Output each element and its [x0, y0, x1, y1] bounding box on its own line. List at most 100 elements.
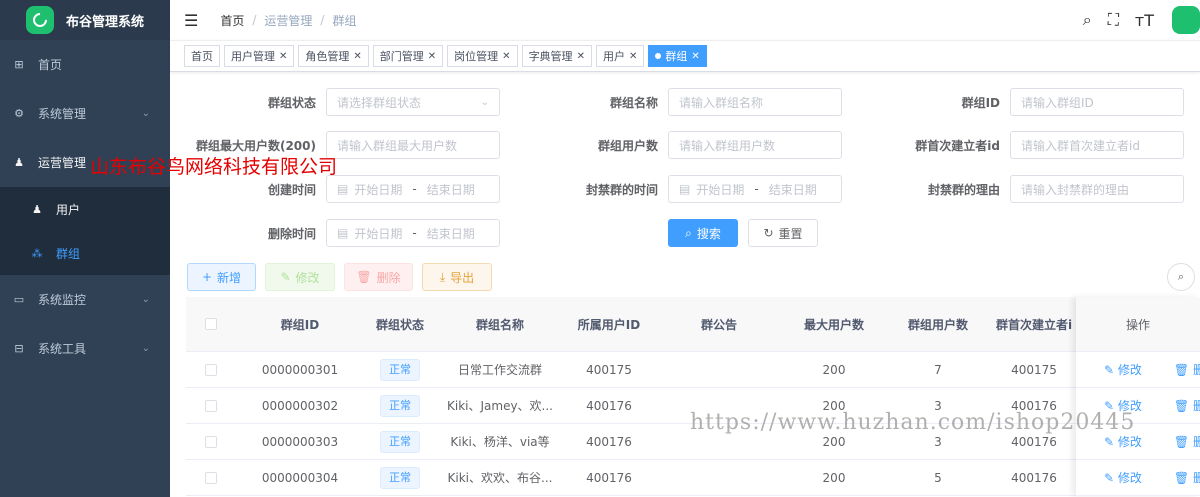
cell-group-name: Kiki、欢欢、布谷... — [447, 471, 553, 485]
search-icon: ⌕ — [685, 225, 692, 240]
users-icon: ♟ — [14, 156, 24, 169]
sidebar-item-label: 运营管理 — [38, 156, 87, 170]
sidebar-item-users[interactable]: ♟ 用户 — [0, 187, 170, 231]
row-checkbox[interactable] — [205, 363, 217, 376]
search-button[interactable]: ⌕ 搜索 — [668, 219, 738, 247]
col-user-count: 群组用户数 — [907, 317, 968, 332]
add-button[interactable]: + 新增 — [187, 263, 256, 291]
tab-dept-management[interactable]: 部门管理 ✕ — [372, 45, 444, 67]
banned-date-range[interactable]: ▤ 开始日期 - 结束日期 — [668, 175, 842, 203]
hamburger-icon[interactable]: ☰ — [184, 11, 198, 30]
font-size-icon[interactable]: ᴛT — [1135, 11, 1154, 30]
row-checkbox[interactable] — [205, 399, 217, 412]
chevron-down-icon: ⌄ — [141, 294, 150, 305]
sidebar-item-groups[interactable]: ⁂ 群组 — [0, 231, 170, 275]
sidebar-item-monitor[interactable]: ▭ 系统监控 ⌄ — [0, 275, 170, 324]
row-edit-link[interactable]: ✎ 修改 — [1104, 469, 1158, 486]
row-delete-link[interactable]: 🗑 删除 — [1174, 469, 1200, 486]
id-input[interactable]: 请输入群组ID — [1010, 88, 1184, 116]
created-date-range[interactable]: ▤ 开始日期 - 结束日期 — [326, 175, 500, 203]
tab-user-management[interactable]: 用户管理 ✕ — [224, 45, 295, 67]
download-icon: ⤓ — [439, 269, 446, 284]
sidebar-item-system[interactable]: ⚙ 系统管理 ⌄ — [0, 89, 170, 138]
cell-creator-id: 400175 — [1011, 362, 1057, 377]
close-icon[interactable]: ✕ — [577, 51, 585, 62]
fullscreen-icon[interactable]: ⛶ — [1108, 10, 1119, 30]
breadcrumb-current: 群组 — [332, 13, 357, 28]
row-delete-link[interactable]: 🗑 删除 — [1174, 397, 1200, 414]
cell-group-name: 日常工作交流群 — [457, 363, 542, 377]
col-notice: 群公告 — [700, 317, 737, 332]
logo: 布谷管理系统 — [0, 0, 170, 40]
cell-group-name: Kiki、杨洋、via等 — [450, 435, 550, 449]
tab-role-management[interactable]: 角色管理 ✕ — [298, 45, 369, 67]
row-checkbox[interactable] — [205, 471, 217, 484]
row-checkbox[interactable] — [205, 435, 217, 448]
search-icon[interactable]: ⌕ — [1083, 10, 1092, 30]
tab-group[interactable]: 群组 ✕ — [648, 45, 707, 67]
user-count-label: 群组用户数 — [597, 138, 658, 153]
ban-reason-input[interactable]: 请输入封禁群的理由 — [1010, 175, 1184, 203]
delete-button[interactable]: 🗑 删除 — [344, 263, 413, 291]
tab-dict-management[interactable]: 字典管理 ✕ — [521, 45, 592, 67]
row-delete-link[interactable]: 🗑 删除 — [1174, 361, 1200, 378]
close-icon[interactable]: ✕ — [502, 51, 510, 62]
status-select[interactable]: 请选择群组状态 ⌄ — [326, 88, 500, 116]
tab-user[interactable]: 用户 ✕ — [595, 45, 645, 67]
name-input[interactable]: 请输入群组名称 — [668, 88, 842, 116]
reset-button[interactable]: ↻ 重置 — [748, 219, 818, 247]
cell-group-id: 0000000301 — [261, 362, 339, 377]
search-button-label: 搜索 — [696, 226, 721, 241]
banned-time-label: 封禁群的时间 — [585, 182, 658, 197]
edit-button[interactable]: ✎ 修改 — [265, 263, 335, 291]
table-row: 0000000301 正常 日常工作交流群 400175 200 7 40017… — [186, 352, 1200, 388]
breadcrumb-home[interactable]: 首页 — [220, 12, 244, 29]
export-button-label: 导出 — [450, 270, 475, 285]
gear-icon: ⚙ — [14, 107, 24, 120]
creator-id-placeholder: 请输入群首次建立者id — [1021, 138, 1140, 153]
row-delete-link[interactable]: 🗑 删除 — [1174, 433, 1200, 450]
deleted-date-range[interactable]: ▤ 开始日期 - 结束日期 — [326, 219, 500, 247]
chevron-down-icon: ⌄ — [141, 343, 150, 354]
select-all-checkbox[interactable] — [205, 318, 217, 330]
row-edit-link[interactable]: ✎ 修改 — [1104, 361, 1158, 378]
id-label: 群组ID — [961, 95, 1000, 110]
name-placeholder: 请输入群组名称 — [679, 95, 764, 110]
date-separator: - — [412, 226, 417, 240]
col-max-users: 最大用户数 — [803, 317, 864, 332]
deleted-time-label: 删除时间 — [267, 226, 316, 241]
close-icon[interactable]: ✕ — [428, 51, 436, 62]
creator-id-input[interactable]: 请输入群首次建立者id — [1010, 131, 1184, 159]
export-button[interactable]: ⤓ 导出 — [422, 263, 492, 291]
operations-column: 操作 ✎ 修改 🗑 删除 ✎ 修改 🗑 删除 ✎ 修改 🗑 删除 ✎ 修改 🗑 … — [1076, 297, 1200, 496]
user-count-input[interactable]: 请输入群组用户数 — [668, 131, 842, 159]
sidebar-item-label: 系统监控 — [38, 293, 87, 307]
sidebar-item-label: 系统管理 — [38, 107, 87, 121]
toggle-search-button[interactable]: ⌕ — [1167, 263, 1195, 291]
tab-label: 首页 — [191, 50, 213, 63]
cell-max-users: 200 — [822, 362, 846, 377]
row-delete-label: 删除 — [1192, 435, 1200, 449]
tab-post-management[interactable]: 岗位管理 ✕ — [447, 45, 518, 67]
navbar: ☰ 首页 / 运营管理 / 群组 ⌕ ⛶ ᴛT — [170, 0, 1200, 40]
avatar[interactable] — [1172, 6, 1200, 34]
end-date-placeholder: 结束日期 — [426, 182, 475, 197]
max-users-input[interactable]: 请输入群组最大用户数 — [326, 131, 500, 159]
tab-home[interactable]: 首页 — [184, 45, 220, 67]
sidebar-item-tools[interactable]: ⊟ 系统工具 ⌄ — [0, 324, 170, 373]
trash-icon: 🗑 — [356, 270, 372, 284]
row-edit-link[interactable]: ✎ 修改 — [1104, 433, 1158, 450]
tab-label: 群组 — [665, 50, 688, 63]
calendar-icon: ▤ — [337, 182, 349, 196]
breadcrumb-section[interactable]: 运营管理 — [264, 12, 312, 29]
sidebar-item-home[interactable]: ⊞ 首页 — [0, 40, 170, 89]
close-icon[interactable]: ✕ — [353, 51, 361, 62]
close-icon[interactable]: ✕ — [691, 51, 699, 62]
close-icon[interactable]: ✕ — [279, 51, 287, 62]
close-icon[interactable]: ✕ — [629, 51, 637, 62]
cell-max-users: 200 — [822, 470, 846, 485]
breadcrumb-separator: / — [252, 13, 257, 27]
name-label: 群组名称 — [609, 95, 658, 110]
dashboard-icon: ⊞ — [14, 58, 24, 71]
breadcrumb-separator: / — [320, 13, 325, 27]
